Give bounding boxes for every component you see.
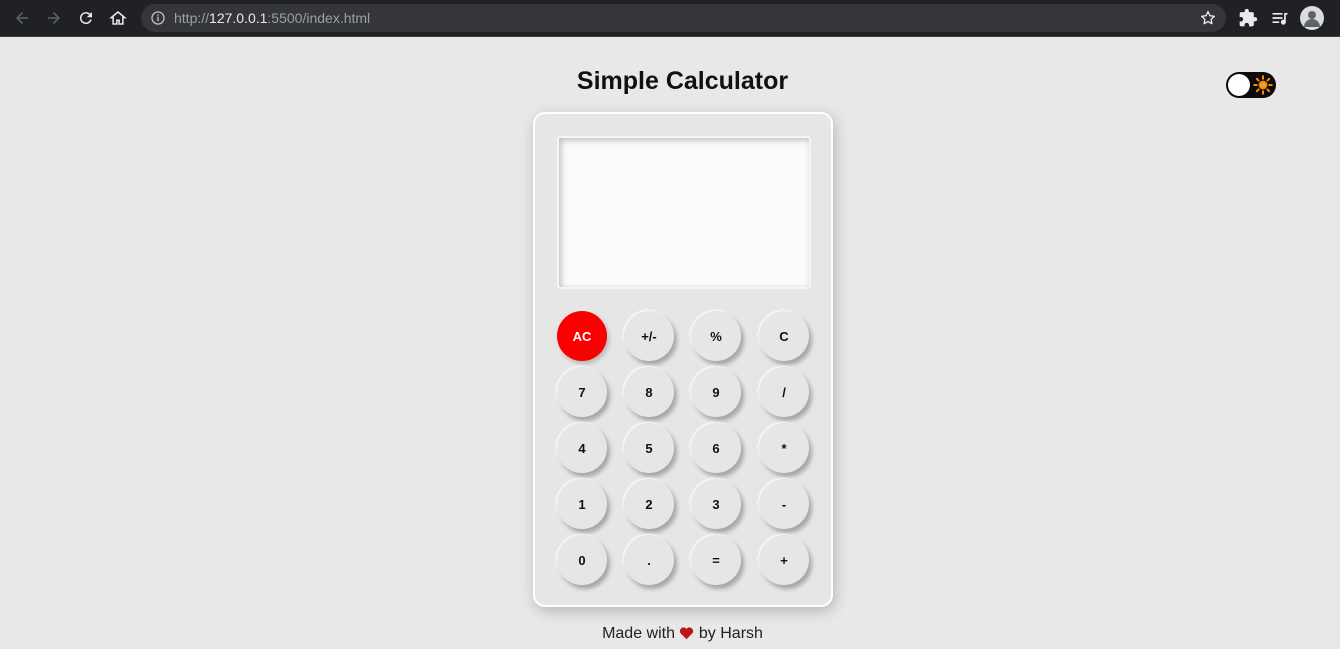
- multiply-button[interactable]: *: [759, 423, 809, 473]
- all-clear-button[interactable]: AC: [557, 311, 607, 361]
- digit-2-button[interactable]: 2: [624, 479, 674, 529]
- toggle-knob: [1228, 74, 1250, 96]
- equals-button[interactable]: =: [691, 535, 741, 585]
- info-icon[interactable]: [150, 10, 166, 26]
- clear-button[interactable]: C: [759, 311, 809, 361]
- back-icon[interactable]: [10, 6, 34, 30]
- calculator-display: [557, 136, 811, 289]
- add-button[interactable]: +: [759, 535, 809, 585]
- page-title: Simple Calculator: [576, 67, 789, 95]
- percent-button[interactable]: %: [691, 311, 741, 361]
- bookmark-star-icon[interactable]: [1199, 9, 1217, 27]
- digit-5-button[interactable]: 5: [624, 423, 674, 473]
- digit-6-button[interactable]: 6: [691, 423, 741, 473]
- footer: Made with by Harsh: [0, 625, 1340, 643]
- divide-button[interactable]: /: [759, 367, 809, 417]
- digit-1-button[interactable]: 1: [557, 479, 607, 529]
- reading-list-icon[interactable]: [1270, 8, 1290, 28]
- decimal-button[interactable]: .: [624, 535, 674, 585]
- subtract-button[interactable]: -: [759, 479, 809, 529]
- home-icon[interactable]: [106, 6, 130, 30]
- calculator: AC +/-% C 7 8 9 / 4 5 6 * 1 2 3- 0. = +: [533, 112, 833, 607]
- footer-suffix: by Harsh: [698, 625, 763, 642]
- digit-0-button[interactable]: 0: [557, 535, 607, 585]
- address-bar[interactable]: http://127.0.0.1:5500/index.html: [141, 4, 1226, 32]
- footer-prefix: Made with: [602, 625, 675, 642]
- sign-toggle-button[interactable]: +/-: [624, 311, 674, 361]
- digit-4-button[interactable]: 4: [557, 423, 607, 473]
- heart-icon: [680, 627, 694, 640]
- digit-3-button[interactable]: 3: [691, 479, 741, 529]
- profile-avatar-icon[interactable]: [1300, 6, 1324, 30]
- extensions-puzzle-icon[interactable]: [1238, 8, 1258, 28]
- forward-icon[interactable]: [42, 6, 66, 30]
- sun-icon: [1253, 75, 1273, 95]
- digit-8-button[interactable]: 8: [624, 367, 674, 417]
- digit-9-button[interactable]: 9: [691, 367, 741, 417]
- url-text: http://127.0.0.1:5500/index.html: [174, 10, 371, 26]
- digit-7-button[interactable]: 7: [557, 367, 607, 417]
- reload-icon[interactable]: [74, 6, 98, 30]
- theme-toggle[interactable]: [1226, 72, 1276, 98]
- browser-toolbar: http://127.0.0.1:5500/index.html: [0, 0, 1340, 37]
